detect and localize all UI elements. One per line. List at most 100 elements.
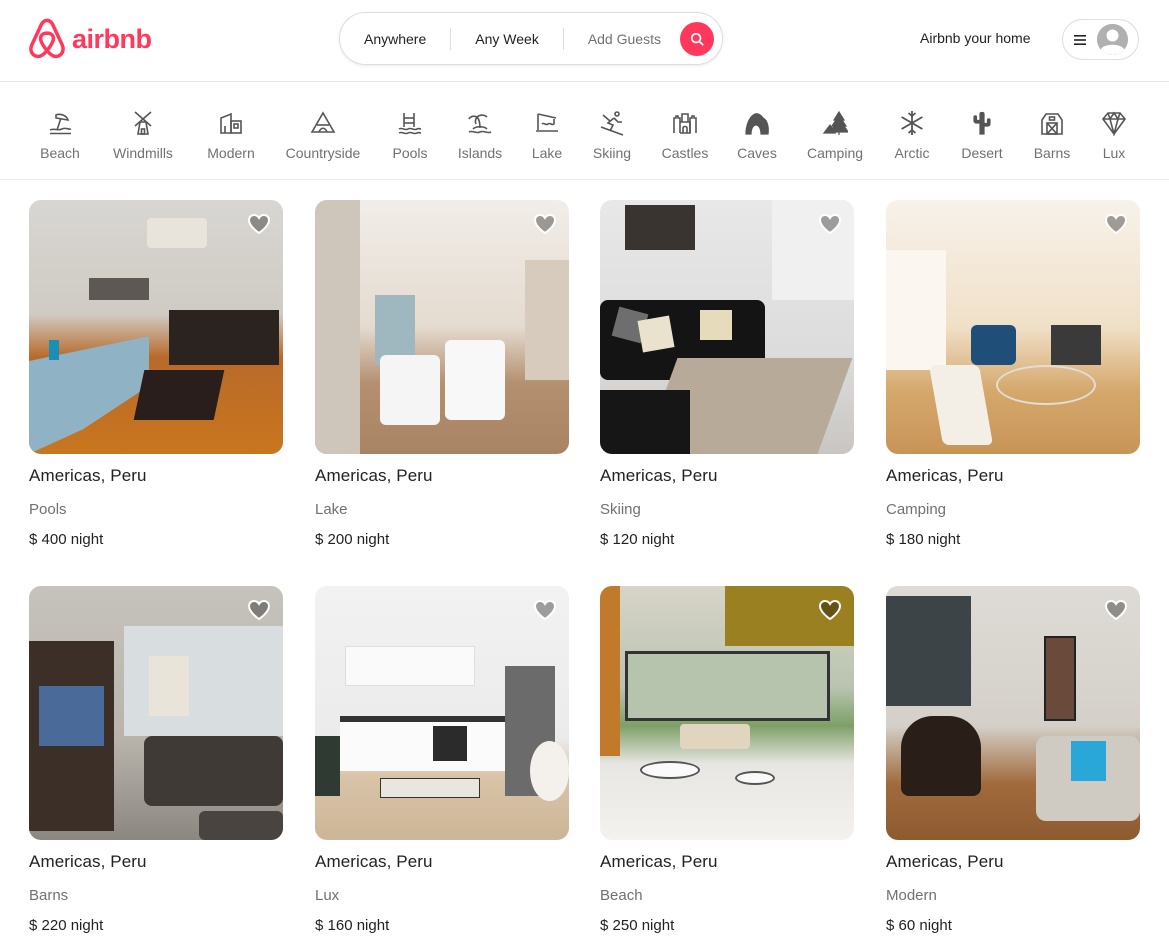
listing-photo[interactable] xyxy=(886,586,1140,840)
price-value: $ 160 xyxy=(315,917,353,934)
airbnb-your-home-link[interactable]: Airbnb your home xyxy=(920,30,1031,46)
price-value: $ 220 xyxy=(29,917,67,934)
listing-card[interactable]: Americas, Peru Camping $ 180 night xyxy=(886,200,1140,548)
favorite-heart-icon[interactable] xyxy=(818,598,842,622)
listing-price: $ 250 night xyxy=(600,917,854,934)
listing-location: Americas, Peru xyxy=(29,852,147,871)
snowflake-icon xyxy=(901,111,923,135)
diamond-icon xyxy=(1101,111,1127,136)
cave-icon xyxy=(745,113,769,135)
price-unit: night xyxy=(927,531,961,548)
search-divider xyxy=(562,27,564,50)
cactus-icon xyxy=(973,111,991,135)
favorite-heart-icon[interactable] xyxy=(533,212,557,236)
category-islands[interactable]: Islands xyxy=(457,110,503,161)
avatar xyxy=(1097,24,1128,55)
any-week-button[interactable]: Any Week xyxy=(475,31,539,47)
beach-icon xyxy=(49,113,72,135)
category-countryside[interactable]: Countryside xyxy=(285,110,361,161)
price-unit: night xyxy=(70,917,104,934)
category-label: Pools xyxy=(392,145,428,161)
modern-house-icon xyxy=(220,112,242,134)
listing-card[interactable]: Americas, Peru Skiing $ 120 night xyxy=(600,200,854,548)
listing-category: Beach xyxy=(600,887,643,904)
category-label: Skiing xyxy=(592,145,632,161)
price-unit: night xyxy=(70,531,104,548)
listing-photo[interactable] xyxy=(315,586,569,840)
price-value: $ 120 xyxy=(600,531,638,548)
search-button[interactable] xyxy=(680,22,714,56)
listing-photo[interactable] xyxy=(29,586,283,840)
category-arctic[interactable]: Arctic xyxy=(893,110,931,161)
brand-name: airbnb xyxy=(72,23,152,54)
camping-icon xyxy=(822,110,848,135)
category-label: Barns xyxy=(1033,145,1071,161)
listing-location: Americas, Peru xyxy=(886,466,1004,485)
listing-price: $ 220 night xyxy=(29,917,283,934)
listing-card[interactable]: Americas, Peru Lux $ 160 night xyxy=(315,586,569,934)
listing-card[interactable]: Americas, Peru Modern $ 60 night xyxy=(886,586,1140,934)
user-avatar-icon xyxy=(1097,24,1128,55)
castle-icon xyxy=(673,113,697,134)
category-label: Camping xyxy=(806,145,864,161)
price-value: $ 200 xyxy=(315,531,353,548)
skiing-icon xyxy=(600,111,624,136)
favorite-heart-icon[interactable] xyxy=(1104,598,1128,622)
listing-card[interactable]: Americas, Peru Lake $ 200 night xyxy=(315,200,569,548)
favorite-heart-icon[interactable] xyxy=(818,212,842,236)
price-unit: night xyxy=(356,531,390,548)
listing-card[interactable]: Americas, Peru Barns $ 220 night xyxy=(29,586,283,934)
category-barns[interactable]: Barns xyxy=(1033,110,1071,161)
listing-price: $ 120 night xyxy=(600,531,854,548)
price-unit: night xyxy=(919,917,952,934)
listing-category: Lake xyxy=(315,501,348,518)
listing-category: Lux xyxy=(315,887,340,904)
listing-photo[interactable] xyxy=(600,586,854,840)
category-modern[interactable]: Modern xyxy=(205,110,257,161)
listing-location: Americas, Peru xyxy=(315,852,433,871)
listing-card[interactable]: Americas, Peru Pools $ 400 night xyxy=(29,200,283,548)
listing-price: $ 400 night xyxy=(29,531,283,548)
listing-location: Americas, Peru xyxy=(886,852,1004,871)
category-lake[interactable]: Lake xyxy=(531,110,563,161)
listing-category: Pools xyxy=(29,501,67,518)
category-caves[interactable]: Caves xyxy=(737,110,777,161)
category-beach[interactable]: Beach xyxy=(36,110,84,161)
hamburger-menu-icon xyxy=(1074,34,1086,45)
category-windmills[interactable]: Windmills xyxy=(110,110,176,161)
listing-category: Modern xyxy=(886,887,937,904)
category-label: Windmills xyxy=(113,145,173,161)
add-guests-button[interactable]: Add Guests xyxy=(588,31,661,47)
price-unit: night xyxy=(356,917,390,934)
price-unit: night xyxy=(641,531,675,548)
barn-icon xyxy=(1041,113,1063,135)
countryside-icon xyxy=(310,111,336,133)
top-navbar: airbnb Anywhere Any Week Add Guests Airb… xyxy=(0,0,1169,82)
anywhere-button[interactable]: Anywhere xyxy=(364,31,426,47)
favorite-heart-icon[interactable] xyxy=(533,598,557,622)
favorite-heart-icon[interactable] xyxy=(1104,212,1128,236)
user-menu-button[interactable] xyxy=(1062,19,1139,60)
listing-photo[interactable] xyxy=(315,200,569,454)
price-value: $ 250 xyxy=(600,917,638,934)
listing-photo[interactable] xyxy=(600,200,854,454)
windmill-icon xyxy=(134,111,152,135)
category-camping[interactable]: Camping xyxy=(806,110,864,161)
listing-price: $ 200 night xyxy=(315,531,569,548)
listing-price: $ 160 night xyxy=(315,917,569,934)
airbnb-logo[interactable]: airbnb xyxy=(28,18,152,60)
listing-photo[interactable] xyxy=(29,200,283,454)
price-value: $ 180 xyxy=(886,531,924,548)
listing-card[interactable]: Americas, Peru Beach $ 250 night xyxy=(600,586,854,934)
category-castles[interactable]: Castles xyxy=(661,110,709,161)
listing-price: $ 180 night xyxy=(886,531,1140,548)
category-desert[interactable]: Desert xyxy=(960,110,1004,161)
favorite-heart-icon[interactable] xyxy=(247,598,271,622)
category-label: Beach xyxy=(40,145,80,161)
category-skiing[interactable]: Skiing xyxy=(591,110,633,161)
search-bar[interactable]: Anywhere Any Week Add Guests xyxy=(339,12,723,65)
category-pools[interactable]: Pools xyxy=(390,110,430,161)
listing-photo[interactable] xyxy=(886,200,1140,454)
favorite-heart-icon[interactable] xyxy=(247,212,271,236)
category-lux[interactable]: Lux xyxy=(1099,110,1129,161)
